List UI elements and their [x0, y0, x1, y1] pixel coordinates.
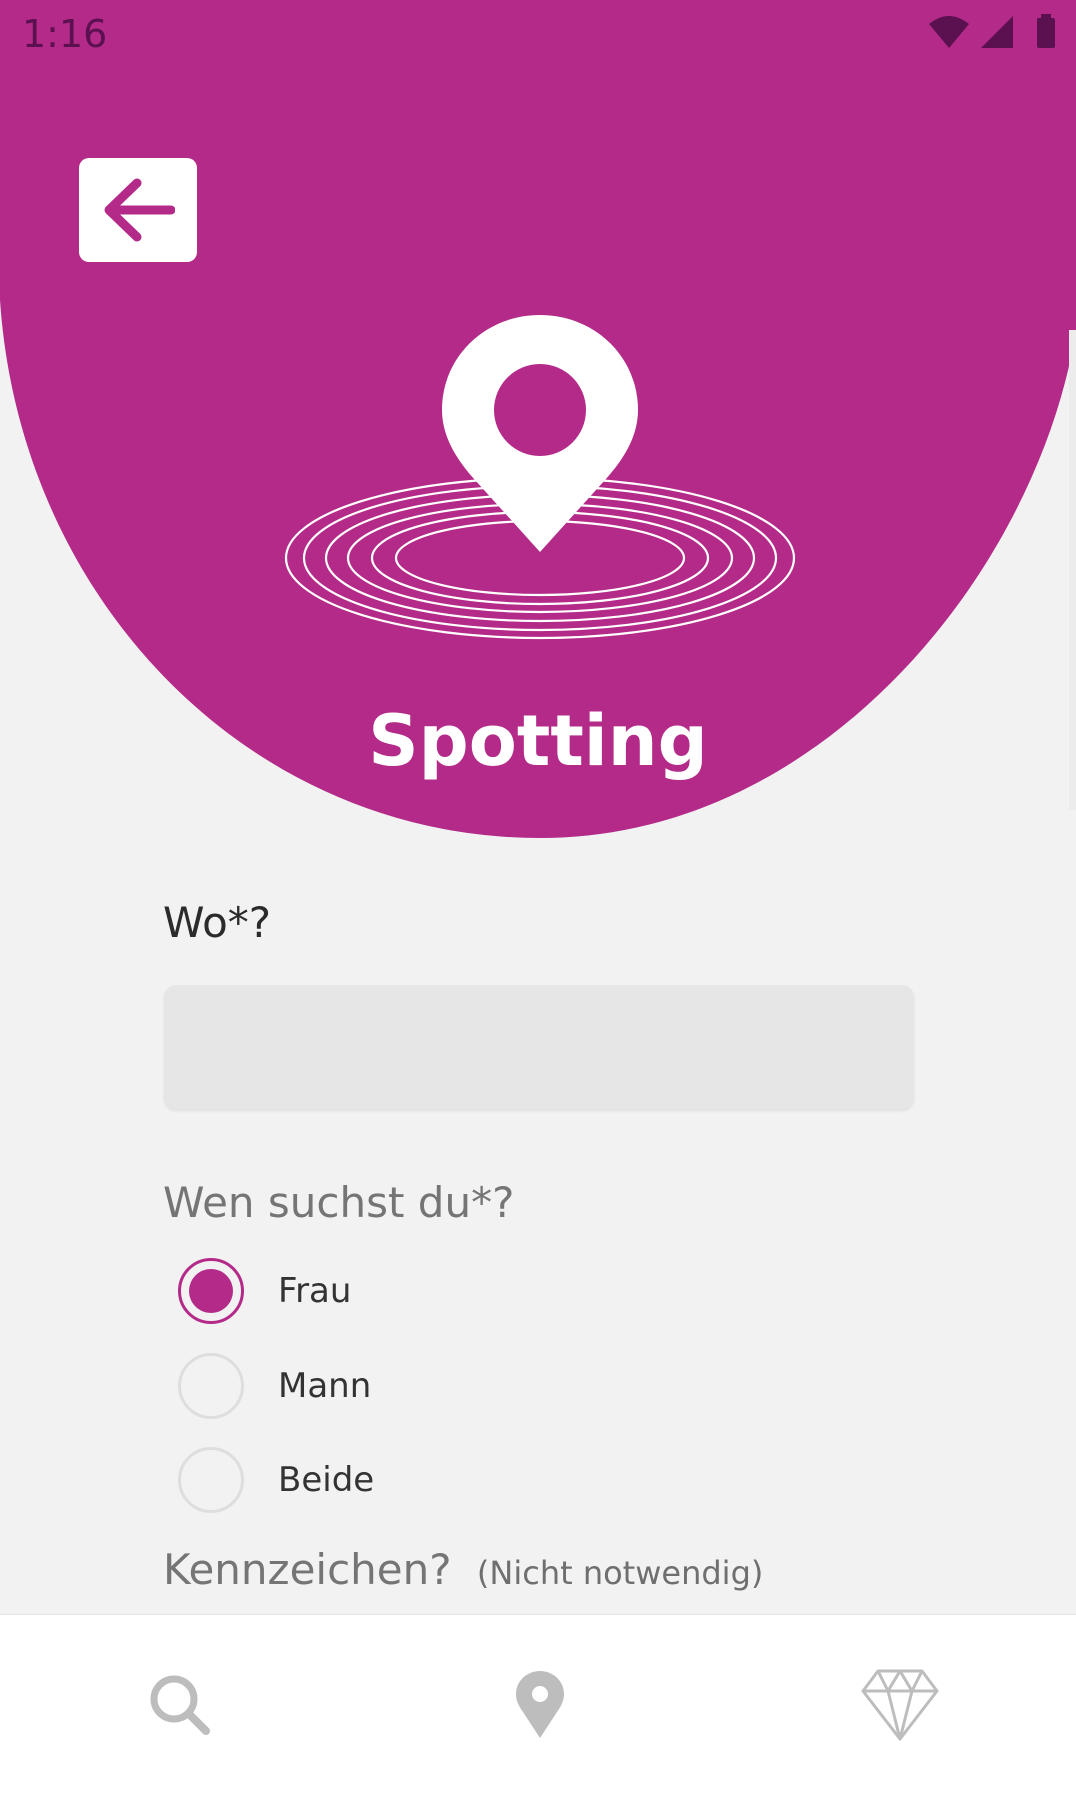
arrow-left-icon	[104, 178, 175, 242]
radio-dot	[189, 1269, 233, 1313]
marker-label-row: Kennzeichen? (Nicht notwendig)	[163, 1545, 763, 1594]
radio-button[interactable]	[178, 1353, 244, 1419]
location-pin-illustration	[284, 315, 796, 640]
status-bar-time: 1:16	[22, 12, 108, 56]
status-bar-icons	[927, 12, 1067, 52]
scrollbar[interactable]	[1069, 330, 1076, 810]
radio-option-beide[interactable]: Beide	[178, 1445, 778, 1515]
marker-note: (Nicht notwendig)	[476, 1554, 764, 1592]
nav-premium[interactable]	[855, 1665, 945, 1745]
search-icon	[150, 1675, 210, 1735]
nav-spotting[interactable]	[495, 1665, 585, 1745]
marker-label: Kennzeichen?	[163, 1545, 452, 1594]
battery-icon	[1037, 18, 1055, 48]
back-button[interactable]	[79, 158, 197, 262]
radio-option-frau[interactable]: Frau	[178, 1256, 778, 1326]
where-input[interactable]	[164, 985, 914, 1109]
radio-button-checked[interactable]	[178, 1258, 244, 1324]
page-title: Spotting	[368, 700, 708, 782]
wifi-icon	[929, 16, 969, 48]
radio-button[interactable]	[178, 1447, 244, 1513]
radio-option-mann[interactable]: Mann	[178, 1351, 778, 1421]
radio-label-frau: Frau	[278, 1271, 352, 1311]
nav-search[interactable]	[135, 1665, 225, 1745]
signal-icon	[981, 16, 1013, 48]
where-label: Wo*?	[163, 898, 272, 947]
diamond-icon	[861, 1669, 939, 1741]
radio-label-beide: Beide	[278, 1460, 375, 1500]
radio-label-mann: Mann	[278, 1366, 372, 1406]
location-pin-icon	[516, 1671, 564, 1738]
bottom-navigation	[0, 1614, 1076, 1794]
who-label: Wen suchst du*?	[163, 1178, 515, 1227]
